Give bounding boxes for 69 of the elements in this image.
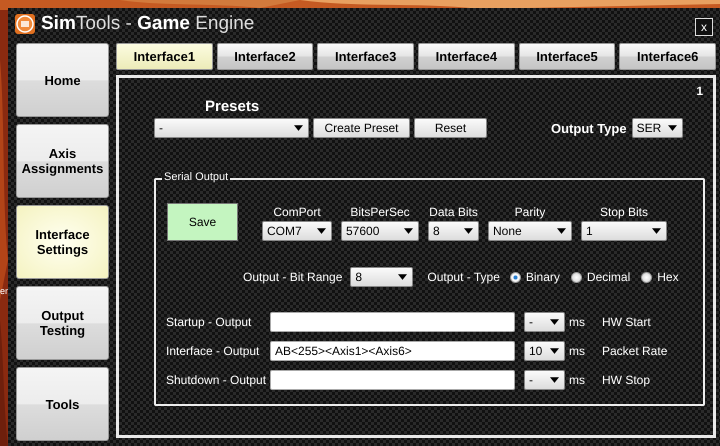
desktop-icon-label: er: [0, 286, 8, 296]
caret-icon: [557, 228, 566, 234]
input-field[interactable]: [270, 312, 515, 332]
window-title: SimTools - Game Engine: [41, 13, 254, 35]
panel-number: 1: [696, 84, 703, 98]
radio-button[interactable]: [641, 272, 652, 282]
field-label: Parity: [514, 205, 546, 219]
bit-range-dropdown[interactable]: 8: [350, 267, 414, 287]
field-label: ComPort: [273, 205, 321, 219]
tab[interactable]: Interface6: [619, 43, 716, 70]
tab[interactable]: Interface5: [518, 43, 616, 70]
output-type-label: Output Type: [551, 120, 627, 136]
row-note: HW Start: [602, 315, 651, 329]
caret-icon: [550, 377, 559, 383]
radio-button[interactable]: [570, 272, 582, 282]
caret-icon: [550, 319, 559, 325]
caret-icon: [464, 228, 473, 234]
sidebar-item[interactable]: Interface Settings: [16, 205, 109, 279]
output-type-dropdown[interactable]: SER: [632, 118, 683, 138]
caret-icon: [398, 274, 408, 280]
preset-button[interactable]: Reset: [414, 118, 487, 138]
radio-option[interactable]: Decimal: [570, 270, 630, 284]
radio-button[interactable]: [510, 272, 521, 282]
rate-dropdown[interactable]: -: [524, 370, 565, 390]
preset-button[interactable]: Create Preset: [313, 118, 410, 138]
caret-icon: [550, 348, 559, 354]
radio-option[interactable]: Hex: [641, 270, 679, 284]
sidebar-item[interactable]: Output Testing: [16, 286, 109, 360]
field-label: BitsPerSec: [350, 205, 410, 219]
app-logo-icon: [15, 14, 35, 34]
tab[interactable]: Interface1: [116, 43, 213, 70]
caret-icon: [317, 228, 326, 234]
input-field[interactable]: [270, 370, 515, 390]
dropdown[interactable]: 1: [581, 221, 667, 241]
sidebar-item[interactable]: Tools: [16, 367, 109, 441]
unit-label: ms: [569, 315, 586, 329]
dropdown[interactable]: None: [488, 221, 572, 241]
tab[interactable]: Interface4: [418, 43, 515, 70]
sidebar-item[interactable]: Home: [16, 43, 109, 117]
tab[interactable]: Interface2: [216, 43, 314, 70]
caret-icon: [652, 228, 661, 234]
radio-option[interactable]: Binary: [510, 270, 560, 284]
save-button[interactable]: Save: [167, 203, 238, 241]
caret-icon: [668, 125, 677, 131]
unit-label: ms: [569, 344, 586, 358]
presets-label: Presets: [205, 98, 260, 115]
caret-icon: [294, 125, 303, 131]
field-label: Stop Bits: [600, 205, 648, 219]
row-label: Interface - Output: [166, 344, 260, 358]
rate-dropdown[interactable]: -: [524, 312, 565, 332]
output-format-label: Output - Type: [427, 270, 500, 284]
tab[interactable]: Interface3: [317, 43, 414, 70]
caret-icon: [404, 228, 413, 234]
row-label: Startup - Output: [166, 315, 252, 329]
row-label: Shutdown - Output: [166, 373, 268, 387]
row-note: HW Stop: [602, 373, 650, 387]
group-title: Serial Output: [162, 171, 230, 183]
bit-range-label: Output - Bit Range: [243, 270, 342, 284]
sidebar-item[interactable]: Axis Assignments: [16, 124, 109, 198]
row-note: Packet Rate: [602, 344, 668, 358]
dropdown[interactable]: COM7: [262, 221, 332, 241]
close-button[interactable]: x: [695, 18, 713, 36]
dropdown[interactable]: 8: [428, 221, 479, 241]
unit-label: ms: [569, 373, 586, 387]
field-label: Data Bits: [429, 205, 478, 219]
dropdown[interactable]: 57600: [341, 221, 419, 241]
rate-dropdown[interactable]: 10: [524, 341, 565, 361]
presets-dropdown[interactable]: -: [154, 118, 309, 138]
input-field[interactable]: AB<255><Axis1><Axis6>: [270, 341, 515, 361]
